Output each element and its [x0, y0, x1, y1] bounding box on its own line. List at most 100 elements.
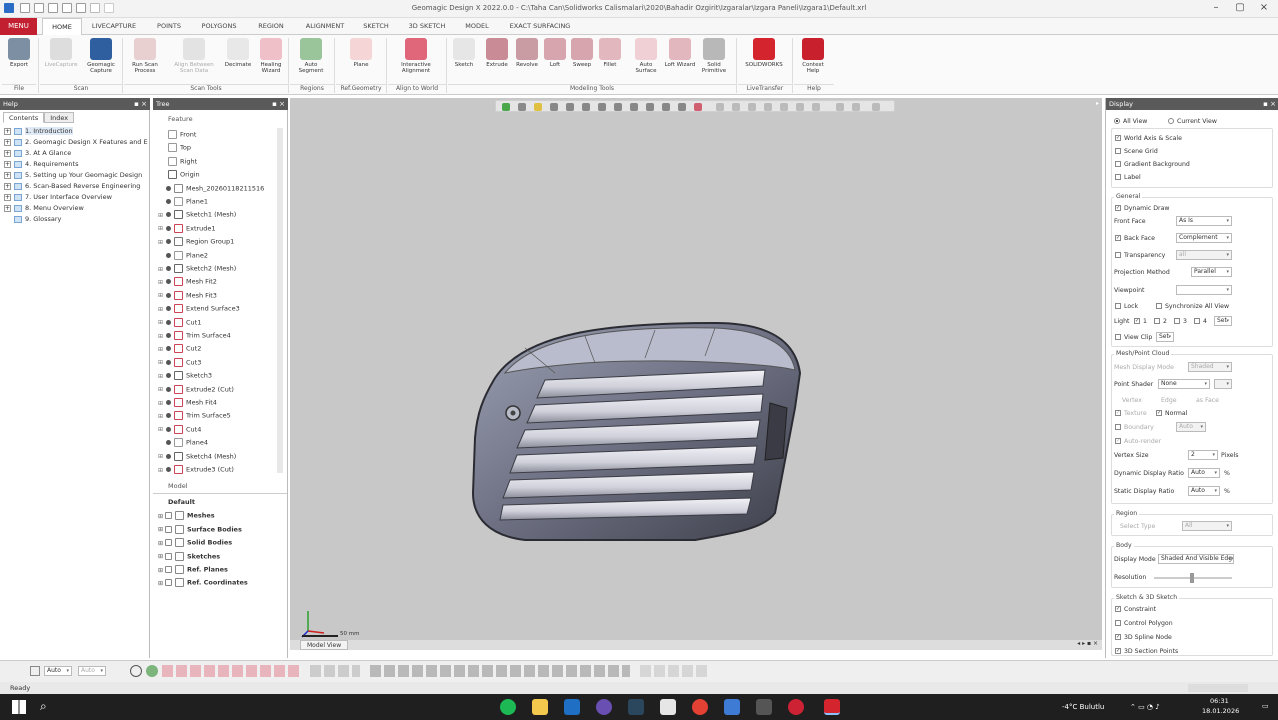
- label-checkbox[interactable]: Label: [1115, 174, 1141, 181]
- mesh-display-dropdown[interactable]: Shaded: [1188, 362, 1232, 372]
- loft-wizard-button[interactable]: Loft Wizard: [664, 38, 696, 84]
- expand-icon[interactable]: ⊞: [158, 266, 165, 273]
- help-item[interactable]: +4. Requirements: [4, 160, 149, 168]
- visibility-checkbox[interactable]: [165, 539, 172, 547]
- deviation-icon[interactable]: [732, 103, 740, 111]
- visibility-icon[interactable]: [166, 306, 171, 312]
- current-view-radio[interactable]: Current View: [1168, 118, 1217, 125]
- tree-feature-item[interactable]: ⊞ Mesh Fit2: [158, 277, 217, 287]
- view-fit-icon[interactable]: [502, 103, 510, 111]
- boundary-checkbox[interactable]: Boundary: [1115, 424, 1154, 431]
- visibility-icon[interactable]: [166, 373, 171, 379]
- auto-dropdown-2[interactable]: Auto: [78, 666, 106, 676]
- tree-feature-item[interactable]: ⊞ Mesh Fit4: [158, 398, 217, 407]
- panel-pin-close-icon[interactable]: ▪ ×: [1263, 98, 1276, 110]
- loft-button[interactable]: Loft: [542, 38, 568, 84]
- visibility-icon[interactable]: [166, 266, 171, 271]
- visibility-icon[interactable]: [166, 252, 171, 258]
- expand-icon[interactable]: ⊞: [158, 400, 165, 407]
- search-icon[interactable]: ⌕: [40, 699, 47, 714]
- tree-feature-item[interactable]: Plane4: [158, 438, 208, 448]
- vertex-option[interactable]: Vertex: [1122, 397, 1142, 404]
- spline-node-checkbox[interactable]: ✓ 3D Spline Node: [1115, 634, 1172, 641]
- section-icon[interactable]: [748, 103, 756, 111]
- all-view-radio[interactable]: All View: [1114, 118, 1147, 125]
- sync-all-view-checkbox[interactable]: Synchronize All View: [1156, 303, 1229, 310]
- dynamic-ratio-dropdown[interactable]: Auto: [1188, 468, 1220, 478]
- visibility-icon[interactable]: [166, 359, 171, 365]
- tree-feature-item[interactable]: ⊞ Trim Surface5: [158, 411, 231, 421]
- resolution-slider[interactable]: [1154, 573, 1232, 583]
- grille-model[interactable]: [465, 318, 805, 553]
- visibility-icon[interactable]: [166, 346, 171, 352]
- tree-feature-item[interactable]: ⊞ Cut4: [158, 424, 201, 434]
- tab-points[interactable]: POINTS: [148, 18, 190, 35]
- clip-icon[interactable]: [764, 103, 772, 111]
- visibility-checkbox[interactable]: [165, 552, 172, 560]
- expand-icon[interactable]: ⊞: [158, 212, 165, 219]
- tree-feature-item[interactable]: Plane2: [158, 250, 208, 260]
- boundary-dropdown[interactable]: Auto: [1176, 422, 1206, 432]
- expand-icon[interactable]: ⊞: [158, 306, 165, 313]
- visibility-icon[interactable]: [166, 319, 171, 325]
- windows-start-icon[interactable]: [12, 700, 26, 714]
- expand-icon[interactable]: ⊞: [158, 553, 165, 560]
- select-mode-icon[interactable]: [550, 103, 558, 111]
- solidworks-button[interactable]: SOLIDWORKS: [740, 38, 788, 84]
- expand-icon[interactable]: ⊞: [158, 319, 165, 326]
- tree-feature-item[interactable]: ⊞ Sketch2 (Mesh): [158, 264, 236, 273]
- visibility-icon[interactable]: [166, 386, 171, 392]
- outlook-icon[interactable]: [564, 699, 580, 715]
- tree-feature-item[interactable]: ⊞ Cut2: [158, 344, 201, 354]
- model-tree-item[interactable]: ⊞ Solid Bodies: [158, 538, 232, 548]
- help-item[interactable]: +2. Geomagic Design X Features and E: [4, 138, 149, 146]
- help-item[interactable]: +5. Setting up Your Geomagic Design: [4, 171, 149, 179]
- light-3-checkbox[interactable]: 3: [1174, 318, 1187, 325]
- light-set-button[interactable]: Set: [1214, 316, 1232, 326]
- invert-icon[interactable]: [662, 103, 670, 111]
- auto-surface-button[interactable]: Auto Surface: [630, 38, 662, 84]
- help-item[interactable]: +7. User Interface Overview: [4, 193, 149, 201]
- edge-option[interactable]: Edge: [1161, 397, 1177, 404]
- export-button[interactable]: Export: [2, 38, 36, 84]
- settings-icon[interactable]: [756, 699, 772, 715]
- snap-icons[interactable]: [310, 665, 360, 677]
- plane-button[interactable]: Plane: [340, 38, 382, 84]
- expand-icon[interactable]: ⊞: [158, 225, 165, 232]
- align-between-scan-button[interactable]: Align Between Scan Data: [168, 38, 220, 84]
- visibility-icon[interactable]: [166, 413, 171, 419]
- expand-icon[interactable]: ⊞: [158, 292, 165, 299]
- geomagic-capture-button[interactable]: Geomagic Capture: [82, 38, 120, 84]
- expand-icon[interactable]: ⊞: [158, 453, 165, 460]
- expand-icon[interactable]: ⊞: [158, 426, 165, 433]
- transparency-dropdown[interactable]: all: [1176, 250, 1232, 260]
- tree-feature-item[interactable]: ⊞ Region Group1: [158, 237, 234, 247]
- sketch-button[interactable]: Sketch: [450, 38, 478, 84]
- tab-sketch[interactable]: SKETCH: [356, 18, 396, 35]
- lasso-icon[interactable]: [598, 103, 606, 111]
- light-4-checkbox[interactable]: 4: [1194, 318, 1207, 325]
- normal-checkbox[interactable]: ✓ Normal: [1156, 410, 1187, 417]
- weather-text[interactable]: -4°C Bulutlu: [1062, 703, 1104, 711]
- extend-icon[interactable]: [646, 103, 654, 111]
- constraint-checkbox[interactable]: ✓ Constraint: [1115, 606, 1156, 613]
- visible-only-icon[interactable]: [678, 103, 686, 111]
- light-1-checkbox[interactable]: ✓ 1: [1134, 318, 1147, 325]
- tree-feature-item[interactable]: ⊞ Extrude3 (Cut): [158, 465, 234, 474]
- help-item[interactable]: 9. Glossary: [4, 215, 149, 223]
- healing-wizard-button[interactable]: Healing Wizard: [256, 38, 286, 84]
- transparency-checkbox[interactable]: Transparency: [1115, 252, 1165, 259]
- tree-feature-item[interactable]: ⊞ Extend Surface3: [158, 304, 240, 314]
- tab-exact-surfacing[interactable]: EXACT SURFACING: [502, 18, 578, 35]
- design-x-taskbar-icon[interactable]: [824, 699, 840, 715]
- tree-feature-item[interactable]: ⊞ Sketch4 (Mesh): [158, 451, 236, 461]
- model-tree-item[interactable]: ⊞ Ref. Coordinates: [158, 578, 248, 588]
- viewpoint-dropdown[interactable]: [1176, 285, 1232, 295]
- visibility-checkbox[interactable]: [165, 512, 172, 520]
- notification-icon[interactable]: ▭: [1262, 702, 1269, 710]
- panel-pin-close-icon[interactable]: ▪ ×: [134, 98, 147, 110]
- help-item[interactable]: +3. At A Glance: [4, 149, 149, 157]
- point-shader-dropdown[interactable]: None: [1158, 379, 1210, 389]
- filter-all-icon[interactable]: [130, 665, 142, 677]
- pan-icon[interactable]: [796, 103, 804, 111]
